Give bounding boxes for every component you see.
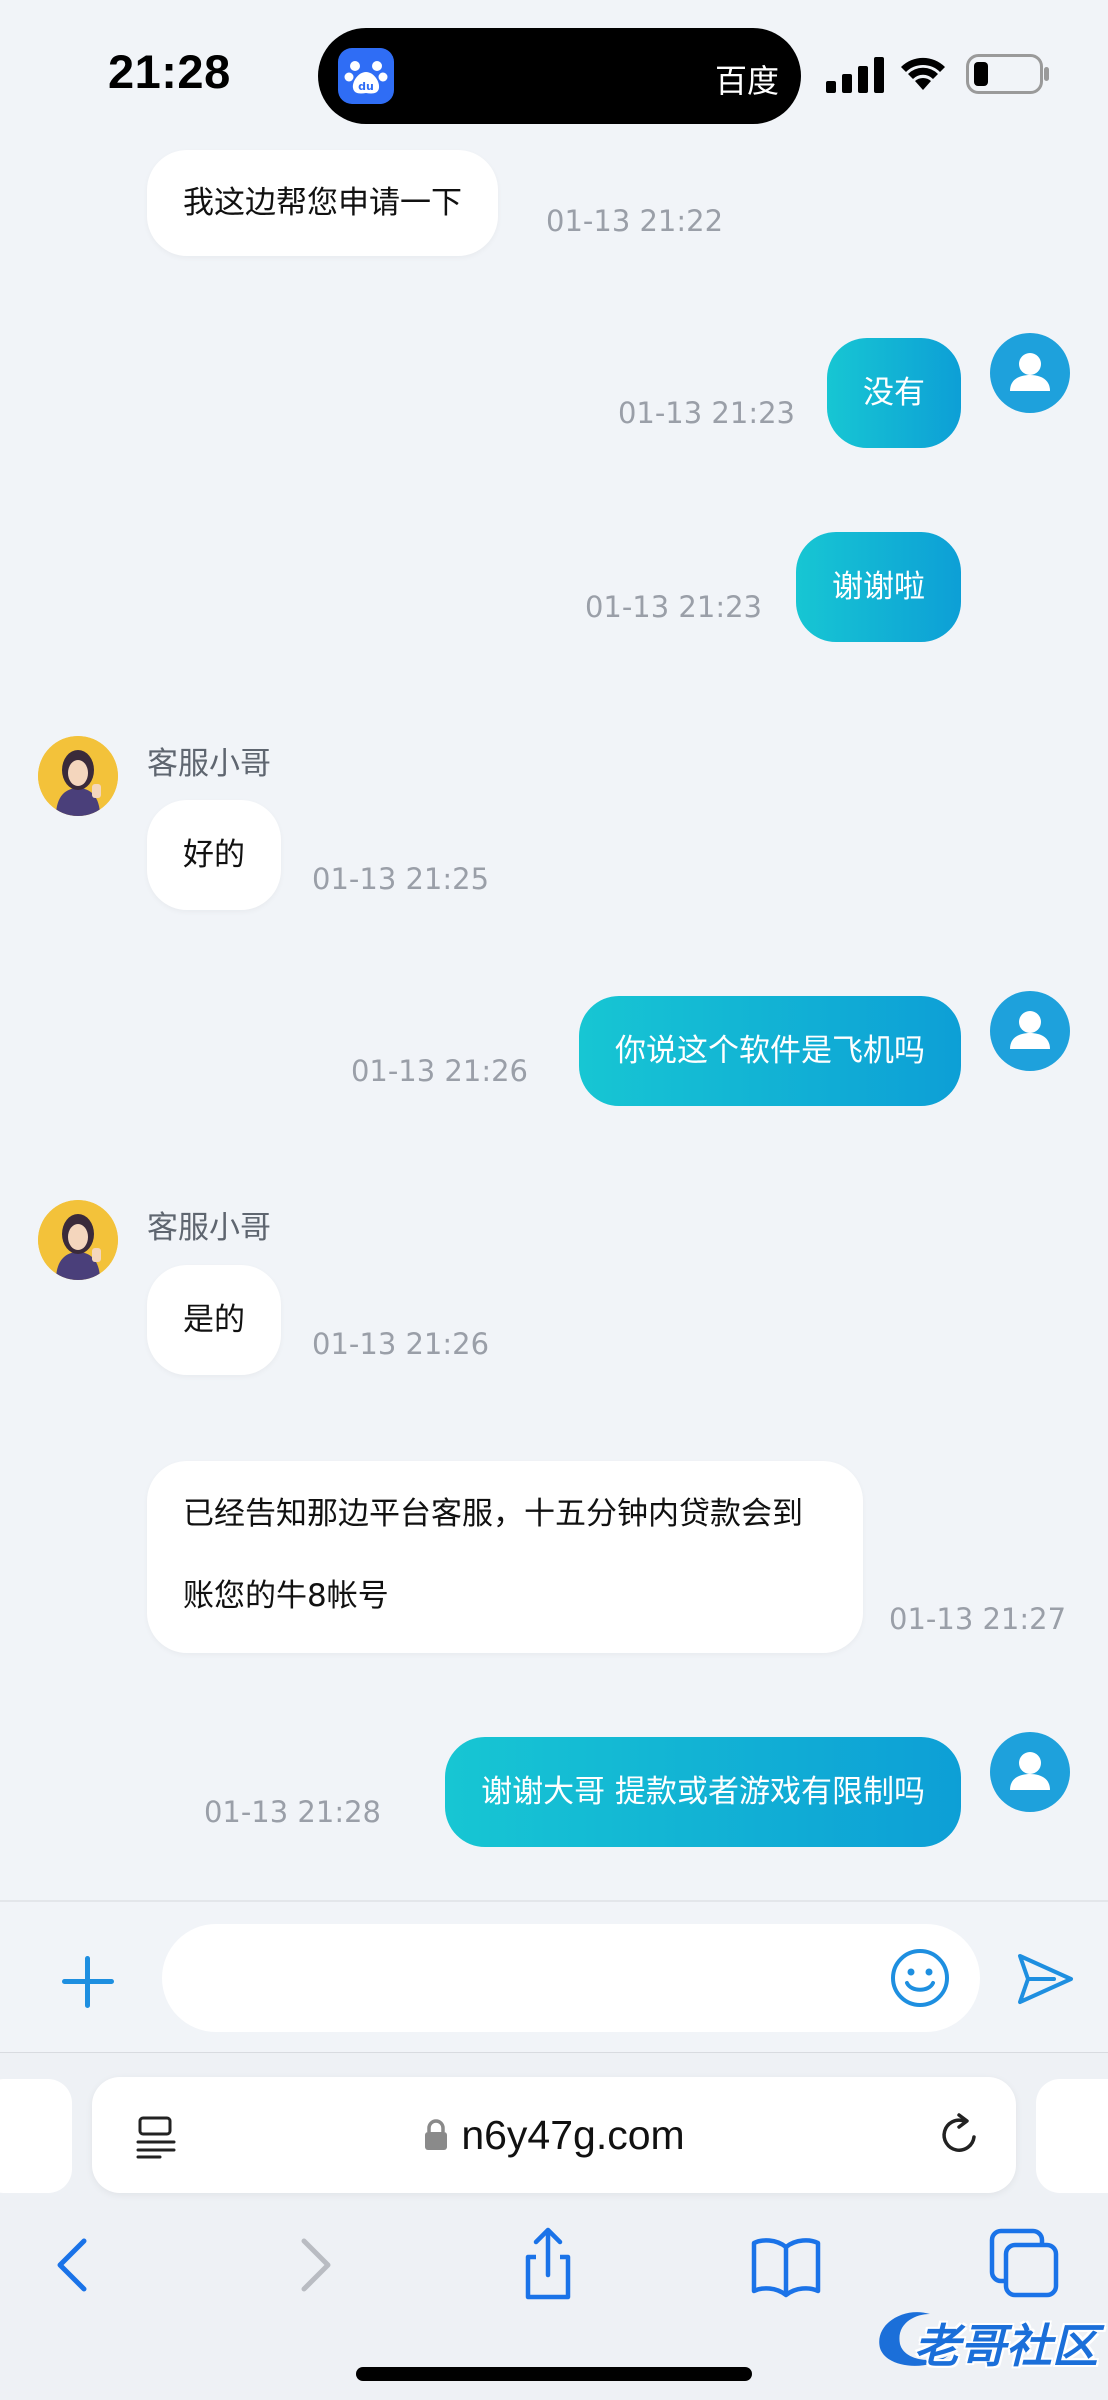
outgoing-message-bubble: 没有 [827,338,961,448]
reload-icon[interactable] [938,2113,982,2157]
agent-portrait-icon [38,1200,118,1280]
previous-tab-preview[interactable] [0,2079,72,2193]
person-icon [1010,1011,1050,1049]
send-button[interactable] [1014,1948,1076,2010]
incoming-message-bubble: 是的 [147,1265,281,1375]
user-avatar[interactable] [990,333,1070,413]
agent-avatar[interactable] [38,736,118,816]
message-text: 你说这个软件是飞机吗 [615,1033,925,1069]
message-text: 没有 [863,375,925,411]
cellular-signal-icon [826,57,884,93]
person-icon [1010,1752,1050,1790]
message-text: 是的 [183,1302,245,1338]
forward-button[interactable] [274,2223,354,2303]
chat-message-list[interactable]: 我这边帮您申请一下 01-13 21:22 没有 01-13 21:23 谢谢啦… [0,150,1108,1900]
share-icon [525,2227,571,2300]
wifi-icon [901,57,945,90]
message-timestamp: 01-13 21:26 [312,1327,490,1361]
message-timestamp: 01-13 21:27 [889,1602,1067,1636]
outgoing-message-bubble: 谢谢啦 [796,532,961,642]
incoming-message-bubble: 我这边帮您申请一下 [147,150,498,256]
back-button[interactable] [34,2223,114,2303]
svg-text:du: du [358,80,374,93]
lock-icon [425,2119,448,2150]
status-bar: 21:28 du 百度 [0,0,1108,150]
message-composer [0,1900,1108,2052]
agent-name: 客服小哥 [147,1210,271,1246]
next-tab-preview[interactable] [1036,2079,1108,2193]
book-icon [751,2238,821,2298]
agent-avatar[interactable] [38,1200,118,1280]
baidu-app-icon: du [338,48,394,104]
attach-plus-button[interactable] [56,1950,120,2014]
battery-icon [966,54,1049,94]
message-text: 已经告知那边平台客服，十五分钟内贷款会到账您的牛8帐号 [183,1496,803,1614]
message-timestamp: 01-13 21:23 [617,396,795,430]
outgoing-message-bubble: 你说这个软件是飞机吗 [579,996,961,1106]
message-text: 谢谢啦 [832,569,925,605]
incoming-message-bubble: 已经告知那边平台客服，十五分钟内贷款会到账您的牛8帐号 [147,1461,863,1653]
message-timestamp: 01-13 21:28 [203,1795,381,1829]
chevron-right-icon [301,2238,331,2292]
message-text: 谢谢大哥 提款或者游戏有限制吗 [481,1774,925,1810]
user-avatar[interactable] [990,1732,1070,1812]
url-text: n6y47g.com [461,2111,685,2158]
user-avatar[interactable] [990,991,1070,1071]
message-timestamp: 01-13 21:25 [312,862,490,896]
browser-nav-row [0,2223,1108,2313]
message-text: 我这边帮您申请一下 [183,185,462,221]
outgoing-message-bubble: 谢谢大哥 提款或者游戏有限制吗 [445,1737,961,1847]
home-indicator[interactable] [356,2367,752,2381]
message-timestamp: 01-13 21:23 [584,590,762,624]
person-icon [1010,353,1050,391]
message-timestamp: 01-13 21:22 [546,204,724,238]
island-app-label: 百度 [714,62,779,100]
plus-icon [62,1956,114,2008]
incoming-message-bubble: 好的 [147,800,281,910]
watermark-text: 老哥社区 [914,2319,1098,2373]
message-timestamp: 01-13 21:26 [350,1054,528,1088]
message-input[interactable] [162,1924,980,2032]
chevron-left-icon [57,2238,87,2292]
share-button[interactable] [508,2223,588,2303]
address-bar[interactable]: n6y47g.com [92,2077,1016,2193]
message-text: 好的 [183,837,245,873]
tabs-button[interactable] [984,2223,1064,2303]
dynamic-island[interactable]: du 百度 [318,28,801,124]
tabs-icon [989,2228,1059,2298]
smiley-icon [891,1949,949,2007]
emoji-button[interactable] [888,1946,952,2010]
status-time: 21:28 [108,45,231,98]
agent-name: 客服小哥 [147,746,271,782]
watermark-logo: 老哥社区 [870,2302,1102,2373]
send-arrow-icon [1018,1954,1073,2004]
agent-portrait-icon [38,736,118,816]
bookmarks-button[interactable] [746,2223,826,2303]
